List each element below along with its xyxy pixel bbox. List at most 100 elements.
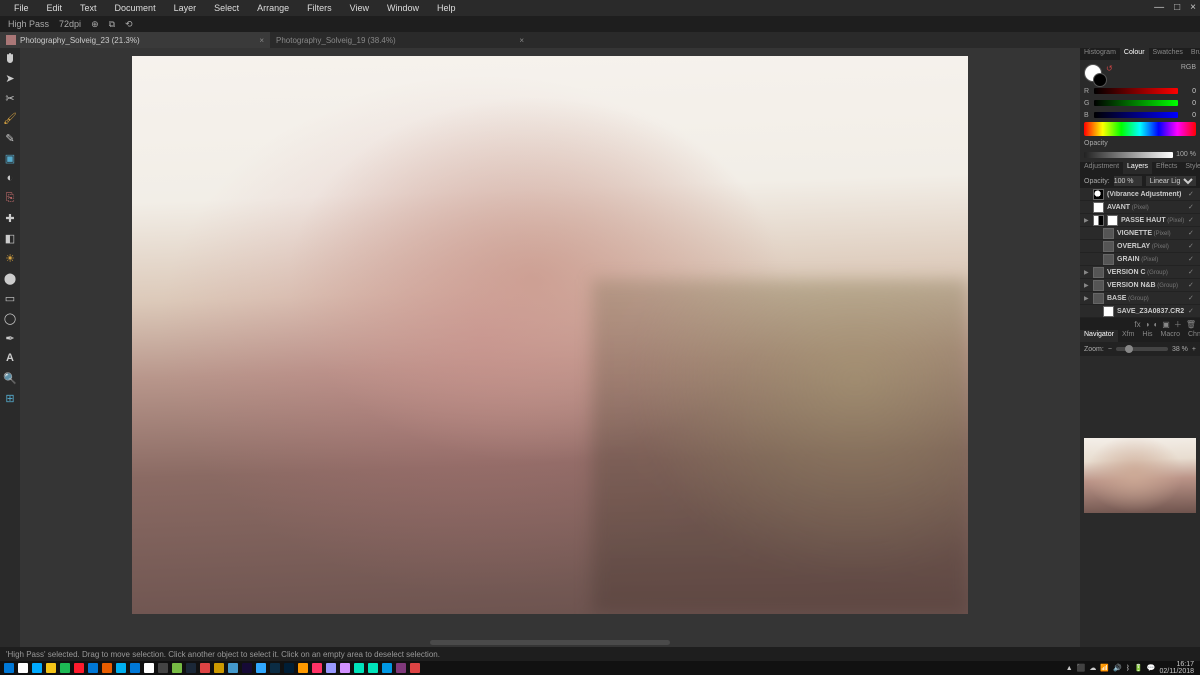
tool-dodge[interactable]: ☀ <box>2 250 18 266</box>
b-slider[interactable] <box>1094 112 1178 118</box>
menu-help[interactable]: Help <box>429 2 464 14</box>
taskbar-app-ps[interactable] <box>282 661 296 675</box>
tool-blur[interactable]: ⬤ <box>2 270 18 286</box>
taskbar-app-app3[interactable] <box>226 661 240 675</box>
layer-add-icon[interactable]: ＋ <box>1174 319 1182 330</box>
layer-visibility-toggle[interactable]: ✓ <box>1188 281 1196 289</box>
tool-zoom[interactable]: 🔍 <box>2 370 18 386</box>
tool-clone[interactable]: ⎘ <box>2 190 18 206</box>
tab-channels[interactable]: Chn <box>1184 330 1200 342</box>
tab-navigator[interactable]: Navigator <box>1080 330 1118 342</box>
menu-view[interactable]: View <box>342 2 377 14</box>
layer-thumbnail[interactable] <box>1093 215 1104 226</box>
layer-visibility-toggle[interactable]: ✓ <box>1188 242 1196 250</box>
tool-crop[interactable]: ✂ <box>2 90 18 106</box>
taskbar-app-br[interactable] <box>240 661 254 675</box>
taskbar-app-affinity[interactable] <box>170 661 184 675</box>
tool-hand[interactable] <box>2 50 18 66</box>
taskbar-app-opera[interactable] <box>72 661 86 675</box>
layer-thumbnail[interactable] <box>1103 228 1114 239</box>
layer-delete-icon[interactable]: 🗑 <box>1186 320 1196 329</box>
tool-pen[interactable]: ✒ <box>2 330 18 346</box>
minimize-button[interactable]: — <box>1154 2 1164 13</box>
tool-brush[interactable]: 🖌 <box>2 110 18 126</box>
layer-visibility-toggle[interactable]: ✓ <box>1188 229 1196 237</box>
tab-xfm[interactable]: Xfm <box>1118 330 1138 342</box>
tab-doc-1[interactable]: Photography_Solveig_23 (21.3%) × <box>0 32 270 48</box>
foreground-background-swatch[interactable] <box>1084 64 1102 82</box>
menu-document[interactable]: Document <box>107 2 164 14</box>
layer-row[interactable]: OVERLAY (Pixel)✓ <box>1080 240 1200 253</box>
tray-expand-icon[interactable]: ▲ <box>1066 665 1073 672</box>
taskbar-clock[interactable]: 16:17 02/11/2018 <box>1159 661 1194 675</box>
layer-thumbnail[interactable] <box>1093 189 1104 200</box>
menu-edit[interactable]: Edit <box>39 2 71 14</box>
taskbar-app-lrc[interactable] <box>268 661 282 675</box>
zoom-slider[interactable] <box>1116 347 1168 351</box>
tab-swatches[interactable]: Swatches <box>1149 48 1187 60</box>
menu-window[interactable]: Window <box>379 2 427 14</box>
menu-arrange[interactable]: Arrange <box>249 2 297 14</box>
layer-thumbnail[interactable] <box>1103 306 1114 317</box>
taskbar-app-spotify[interactable] <box>58 661 72 675</box>
layer-mask-thumbnail[interactable] <box>1107 215 1118 226</box>
layer-expand-icon[interactable]: ▶ <box>1084 282 1090 289</box>
horizontal-scrollbar[interactable] <box>430 640 670 645</box>
navigator-preview[interactable] <box>1084 438 1196 513</box>
context-icon-3[interactable]: ⟲ <box>125 19 133 30</box>
layer-visibility-toggle[interactable]: ✓ <box>1188 307 1196 315</box>
tray-cloud-icon[interactable]: ☁ <box>1089 664 1096 672</box>
tray-app-icon[interactable]: ⬛ <box>1077 664 1086 672</box>
taskbar-app-onedrive[interactable] <box>128 661 142 675</box>
taskbar-app-app4[interactable] <box>380 661 394 675</box>
layer-thumbnail[interactable] <box>1093 280 1104 291</box>
tray-bluetooth-icon[interactable]: ᛒ <box>1126 665 1130 672</box>
layer-adjust-icon[interactable]: ◐ <box>1153 320 1158 329</box>
layer-visibility-toggle[interactable]: ✓ <box>1188 203 1196 211</box>
layer-fx-icon[interactable]: fx <box>1134 320 1140 329</box>
taskbar-app-vlc[interactable] <box>100 661 114 675</box>
tray-battery-icon[interactable]: 🔋 <box>1134 664 1143 672</box>
layer-thumbnail[interactable] <box>1093 293 1104 304</box>
r-value[interactable]: 0 <box>1180 88 1196 95</box>
tool-selection[interactable]: ▭ <box>2 290 18 306</box>
blend-mode-select[interactable]: Linear Light <box>1146 176 1196 186</box>
r-slider[interactable] <box>1094 88 1178 94</box>
document-image[interactable] <box>132 56 968 614</box>
layer-visibility-toggle[interactable]: ✓ <box>1188 216 1196 224</box>
tool-eraser[interactable]: ◧ <box>2 230 18 246</box>
tool-fill[interactable]: ▣ <box>2 150 18 166</box>
menu-layer[interactable]: Layer <box>166 2 205 14</box>
layer-visibility-toggle[interactable]: ✓ <box>1188 268 1196 276</box>
layer-opacity-input[interactable] <box>1114 176 1142 186</box>
taskbar-app-ai[interactable] <box>296 661 310 675</box>
tab-layers[interactable]: Layers <box>1123 162 1152 174</box>
taskbar-app-files[interactable] <box>44 661 58 675</box>
taskbar-app-lr[interactable] <box>254 661 268 675</box>
hue-strip[interactable] <box>1084 122 1196 136</box>
reset-colors-icon[interactable]: ↺ <box>1106 64 1113 73</box>
layer-thumbnail[interactable] <box>1093 267 1104 278</box>
layer-expand-icon[interactable]: ▶ <box>1084 217 1090 224</box>
layer-row[interactable]: AVANT (Pixel)✓ <box>1080 201 1200 214</box>
tab-macro[interactable]: Macro <box>1157 330 1184 342</box>
tab-adjustment[interactable]: Adjustment <box>1080 162 1123 174</box>
layer-row[interactable]: SAVE_Z3A0837.CR2 (Pixel)✓ <box>1080 305 1200 318</box>
taskbar-app-cortana[interactable] <box>30 661 44 675</box>
taskbar-app-au[interactable] <box>366 661 380 675</box>
taskbar-app-chrome[interactable] <box>142 661 156 675</box>
opacity-slider[interactable] <box>1084 152 1173 158</box>
g-value[interactable]: 0 <box>1180 100 1196 107</box>
layer-group-icon[interactable]: ▣ <box>1162 320 1170 329</box>
tab-effects[interactable]: Effects <box>1152 162 1181 174</box>
canvas-area[interactable] <box>20 48 1080 647</box>
color-mode-select[interactable]: RGB <box>1181 64 1196 71</box>
tab-histogram[interactable]: Histogram <box>1080 48 1120 60</box>
tab-history[interactable]: His <box>1138 330 1156 342</box>
taskbar-app-ae[interactable] <box>338 661 352 675</box>
taskbar-app-win[interactable] <box>2 661 16 675</box>
layer-visibility-toggle[interactable]: ✓ <box>1188 255 1196 263</box>
tab-brushes[interactable]: Brushes <box>1187 48 1200 60</box>
tab-styles[interactable]: Styles <box>1181 162 1200 174</box>
taskbar-app-cam[interactable] <box>156 661 170 675</box>
